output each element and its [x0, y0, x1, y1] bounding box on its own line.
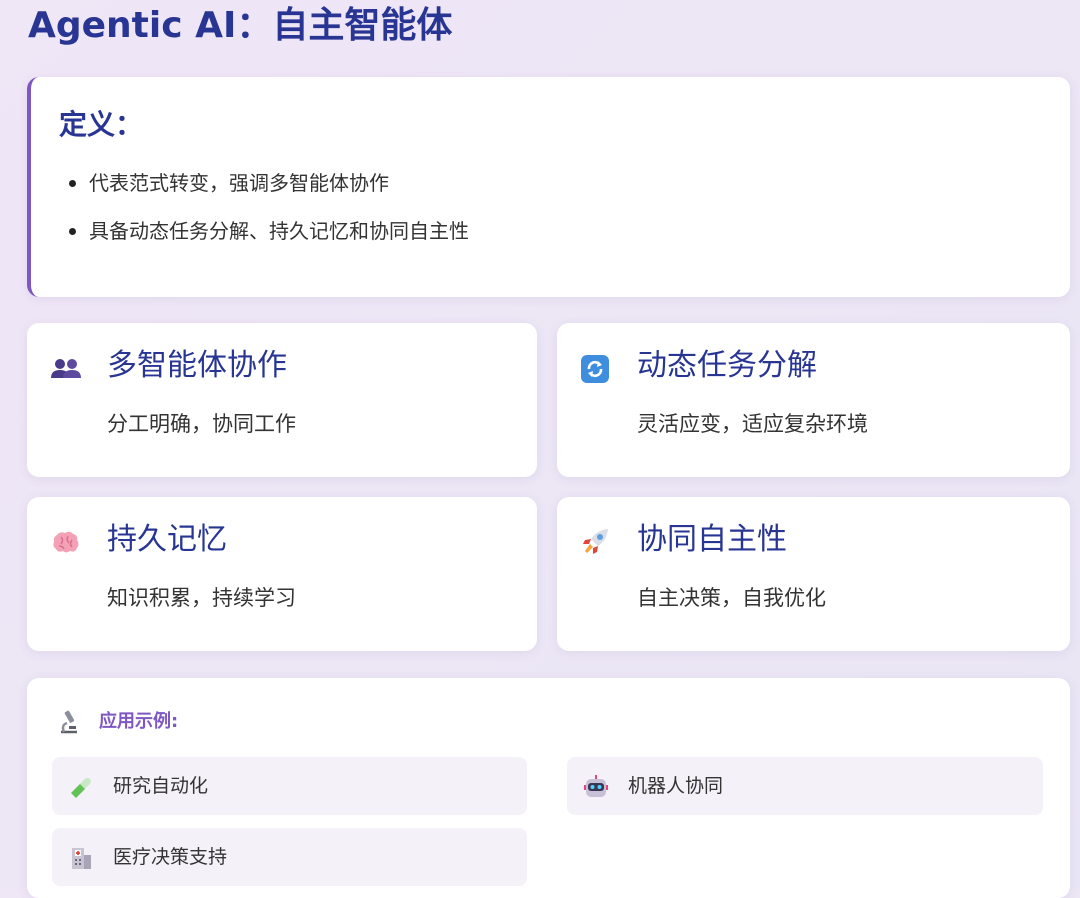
feature-title: 多智能体协作 [107, 348, 287, 383]
definition-item: 具备动态任务分解、持久记忆和协同自主性 [65, 217, 469, 245]
feature-title: 协同自主性 [637, 522, 787, 557]
people-icon [49, 351, 83, 385]
hospital-icon [68, 845, 94, 871]
application-item-robotics: 机器人协同 [567, 757, 1043, 815]
feature-desc: 知识积累，持续学习 [107, 586, 296, 610]
feature-card-collaborative-autonomy: 协同自主性 自主决策，自我优化 [557, 497, 1070, 651]
definition-title: 定义： [59, 108, 144, 141]
application-label: 研究自动化 [113, 775, 209, 797]
application-label: 医疗决策支持 [113, 846, 228, 868]
feature-card-multi-agent: 多智能体协作 分工明确，协同工作 [27, 323, 537, 477]
rocket-icon [579, 525, 613, 559]
feature-desc: 分工明确，协同工作 [107, 412, 296, 436]
feature-title: 持久记忆 [107, 522, 227, 557]
feature-card-task-decomposition: 动态任务分解 灵活应变，适应复杂环境 [557, 323, 1070, 477]
applications-title: 应用示例: [99, 711, 179, 732]
robot-icon [583, 774, 609, 800]
test-tube-icon [68, 774, 94, 800]
applications-card: 应用示例: 研究自动化 机器人协同 医疗决策支持 [27, 678, 1070, 898]
application-item-medical: 医疗决策支持 [52, 828, 527, 886]
definition-card: 定义： 代表范式转变，强调多智能体协作 具备动态任务分解、持久记忆和协同自主性 [27, 77, 1070, 297]
brain-icon [49, 525, 83, 559]
page-title: Agentic AI：自主智能体 [28, 5, 453, 46]
feature-desc: 自主决策，自我优化 [637, 586, 826, 610]
refresh-icon [579, 351, 613, 385]
application-item-research: 研究自动化 [52, 757, 527, 815]
feature-card-persistent-memory: 持久记忆 知识积累，持续学习 [27, 497, 537, 651]
microscope-icon [55, 708, 83, 736]
application-label: 机器人协同 [628, 775, 724, 797]
feature-desc: 灵活应变，适应复杂环境 [637, 412, 868, 436]
definition-list: 代表范式转变，强调多智能体协作 具备动态任务分解、持久记忆和协同自主性 [65, 169, 469, 265]
feature-title: 动态任务分解 [637, 348, 817, 383]
definition-item: 代表范式转变，强调多智能体协作 [65, 169, 469, 197]
